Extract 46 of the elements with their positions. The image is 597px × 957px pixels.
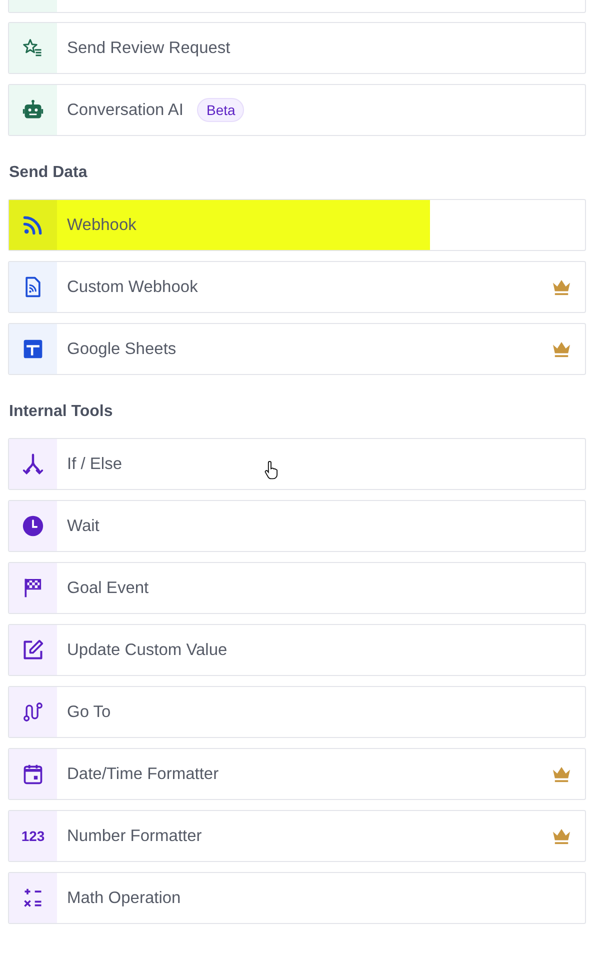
action-item[interactable]: If / Else [8, 438, 586, 490]
action-item[interactable]: Date/Time Formatter [8, 748, 586, 800]
action-item[interactable]: Math Operation [8, 872, 586, 924]
crown-icon [552, 340, 571, 358]
action-item[interactable]: Webhook [8, 199, 586, 251]
item-label: Send Review Request [67, 38, 230, 58]
clock-icon [22, 515, 44, 537]
action-item[interactable]: Goal Event [8, 562, 586, 614]
checkered-flag-icon [22, 577, 44, 599]
item-label: Date/Time Formatter [67, 764, 219, 784]
item-label: Custom Webhook [67, 278, 198, 296]
item-label: Google Sheets [67, 340, 176, 358]
route-icon [22, 701, 44, 723]
crown-icon [552, 278, 571, 296]
action-item[interactable]: Update Custom Value [8, 624, 586, 676]
action-item[interactable]: Send Review Request [8, 22, 586, 74]
section-heading: Send Data [8, 163, 88, 183]
beta-badge: Beta [197, 98, 244, 122]
item-label: Math Operation [67, 888, 181, 908]
item-label: Update Custom Value [67, 640, 228, 660]
action-item[interactable]: 123 Number Formatter [8, 810, 586, 862]
star-list-icon [22, 37, 44, 59]
crown-icon [552, 766, 571, 782]
item-label: Webhook [67, 216, 136, 234]
sheet-icon [22, 338, 44, 360]
section-heading: Internal Tools [8, 402, 114, 422]
rss-icon [22, 214, 44, 236]
item-label: Wait [67, 516, 100, 536]
item-label: Number Formatter [67, 826, 202, 846]
crown-icon [552, 828, 571, 844]
digits-icon: 123 [21, 828, 45, 844]
item-label: Goal Event [67, 578, 149, 598]
item-label: Conversation AI [67, 100, 184, 120]
item-label: If / Else [67, 454, 122, 474]
edit-icon [22, 639, 44, 661]
action-item[interactable]: Go To [8, 686, 586, 738]
hand-cursor-icon [264, 461, 278, 480]
action-item[interactable]: Custom Webhook [8, 261, 586, 313]
item-label: Go To [67, 702, 111, 722]
action-item[interactable]: Conversation AI Beta [8, 84, 586, 136]
fork-arrow-icon [22, 453, 44, 475]
math-symbols-icon [22, 887, 44, 909]
action-item[interactable]: Google Sheets [8, 323, 586, 375]
robot-icon [22, 99, 44, 121]
action-item[interactable]: Wait [8, 500, 586, 552]
calendar-icon [22, 763, 44, 785]
